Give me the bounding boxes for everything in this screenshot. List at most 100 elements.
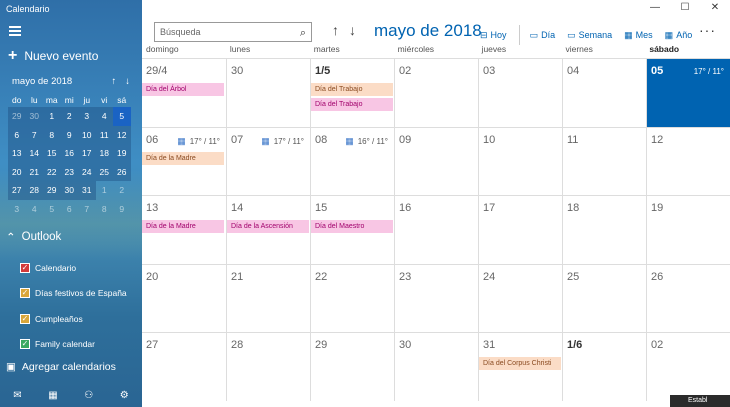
month-view-button[interactable]: ▦ Mes — [624, 30, 653, 41]
mini-calendar-day[interactable]: 18 — [95, 144, 113, 163]
mini-calendar-day[interactable]: 21 — [25, 162, 43, 181]
mini-calendar-day[interactable]: 29 — [43, 181, 61, 200]
outlook-group-toggle[interactable]: ⌃ Outlook — [6, 230, 61, 244]
mini-calendar-day[interactable]: 7 — [78, 200, 96, 219]
calendar-event[interactable]: Día del Maestro — [311, 220, 393, 233]
day-cell[interactable]: 25 — [562, 264, 646, 332]
day-cell[interactable]: 23 — [394, 264, 478, 332]
day-cell[interactable]: 08 ▦ 16° / 11° — [310, 127, 394, 195]
calendar-event[interactable]: Día del Corpus Christi — [479, 357, 561, 370]
mini-calendar-day[interactable]: 6 — [8, 125, 26, 144]
day-cell[interactable]: 02 — [646, 333, 730, 401]
mini-calendar-day[interactable]: 8 — [43, 125, 61, 144]
day-view-button[interactable]: ▭ Día — [530, 30, 556, 41]
mini-calendar-day[interactable]: 25 — [95, 162, 113, 181]
day-cell[interactable]: 03 — [478, 59, 562, 127]
day-cell[interactable]: 1/5 Día del Trabajo Día del Trabajo — [310, 59, 394, 127]
day-cell[interactable]: 1/6 — [562, 333, 646, 401]
year-view-button[interactable]: ▦ Año — [665, 30, 693, 41]
mini-calendar-day[interactable]: 27 — [8, 181, 26, 200]
mini-calendar-day[interactable]: 19 — [113, 144, 131, 163]
mini-calendar-day[interactable]: 5 — [113, 107, 131, 126]
calendar-item[interactable]: ✓ Días festivos de España — [20, 281, 127, 307]
mini-calendar-day[interactable]: 4 — [26, 200, 44, 219]
mini-calendar-day[interactable]: 16 — [60, 144, 78, 163]
previous-month-icon[interactable]: ↑ — [332, 22, 339, 38]
settings-gear-icon[interactable]: ⚙ — [120, 390, 129, 401]
mini-calendar-day[interactable]: 22 — [43, 162, 61, 181]
checkbox[interactable]: ✓ — [20, 262, 30, 273]
minimize-icon[interactable]: — — [640, 0, 670, 16]
month-title[interactable]: mayo de 2018 — [374, 21, 482, 41]
mini-calendar-day[interactable]: 26 — [113, 162, 131, 181]
day-cell[interactable]: 19 — [646, 196, 730, 264]
calendar-event[interactable]: Día de la Madre — [142, 151, 224, 165]
day-cell[interactable]: 10 — [478, 127, 562, 195]
day-cell[interactable]: 22 — [310, 264, 394, 332]
week-view-button[interactable]: ▭ Semana — [567, 30, 612, 41]
day-cell[interactable]: 16 — [394, 196, 478, 264]
day-cell[interactable]: 18 — [562, 196, 646, 264]
day-cell[interactable]: 13 Día de la Madre — [142, 196, 226, 264]
people-icon[interactable]: ⚇ — [84, 390, 93, 401]
mini-calendar-day[interactable]: 13 — [8, 144, 26, 163]
calendar-event[interactable]: Día del Árbol — [142, 83, 224, 96]
day-cell[interactable]: 28 — [226, 333, 310, 401]
add-calendars-button[interactable]: ▣ Agregar calendarios — [6, 361, 116, 373]
mini-calendar-day[interactable]: 7 — [25, 125, 43, 144]
calendar-item[interactable]: ✓ Calendario — [20, 255, 127, 281]
mini-calendar-day[interactable]: 10 — [78, 125, 96, 144]
day-cell[interactable]: 21 — [226, 264, 310, 332]
search-icon[interactable]: ⌕ — [300, 24, 306, 42]
day-cell[interactable]: 04 — [562, 59, 646, 127]
mini-calendar-day[interactable]: 3 — [78, 107, 96, 126]
day-cell[interactable]: 09 — [394, 127, 478, 195]
mail-icon[interactable]: ✉ — [13, 390, 21, 401]
search-input[interactable]: Búsqueda ⌕ — [154, 22, 312, 42]
mini-calendar-day[interactable]: 17 — [78, 144, 96, 163]
calendar-event[interactable]: Día de la Ascensión — [227, 220, 309, 233]
day-cell[interactable]: 29/4 Día del Árbol — [142, 59, 226, 127]
mini-calendar-day[interactable]: 14 — [25, 144, 43, 163]
calendar-event[interactable]: Día del Trabajo — [311, 83, 393, 96]
mini-calendar-day[interactable]: 28 — [25, 181, 43, 200]
calendar-event[interactable]: Día del Trabajo — [311, 98, 393, 111]
mini-calendar-day[interactable]: 4 — [95, 107, 113, 126]
day-cell[interactable]: 06 ▦ 17° / 11° Día de la Madre — [142, 128, 226, 196]
day-cell[interactable]: 30 — [394, 333, 478, 401]
mini-calendar-day[interactable]: 9 — [113, 200, 131, 219]
checkbox[interactable]: ✓ — [20, 313, 30, 324]
day-cell[interactable]: 30 — [226, 59, 310, 127]
day-cell[interactable]: 15 Día del Maestro — [310, 196, 394, 264]
day-cell[interactable]: 05 17° / 11° — [646, 59, 730, 127]
day-cell[interactable]: 17 — [478, 196, 562, 264]
mini-calendar-day[interactable]: 1 — [96, 181, 114, 200]
mini-calendar-day[interactable]: 6 — [61, 200, 79, 219]
day-cell[interactable]: 12 — [646, 127, 730, 195]
next-month-icon[interactable]: ↓ — [349, 22, 356, 38]
calendar-event[interactable]: Día de la Madre — [142, 220, 224, 233]
mini-calendar-day[interactable]: 8 — [96, 200, 114, 219]
day-cell[interactable]: 27 — [142, 333, 226, 401]
maximize-icon[interactable]: ☐ — [670, 0, 700, 16]
mini-calendar-day[interactable]: 31 — [78, 181, 96, 200]
calendar-icon[interactable]: ▦ — [48, 390, 57, 401]
today-button[interactable]: ⊟ Hoy — [480, 30, 507, 41]
arrow-down-icon[interactable]: ↓ — [125, 76, 130, 87]
day-cell[interactable]: 11 — [562, 127, 646, 195]
day-cell[interactable]: 14 Día de la Ascensión — [226, 196, 310, 264]
mini-calendar-day[interactable]: 30 — [60, 181, 78, 200]
mini-calendar-day[interactable]: 2 — [113, 181, 131, 200]
mini-calendar-title[interactable]: mayo de 2018 — [12, 76, 72, 87]
calendar-item[interactable]: ✓ Cumpleaños — [20, 306, 127, 332]
checkbox[interactable]: ✓ — [20, 288, 30, 299]
hamburger-menu-icon[interactable] — [9, 26, 21, 36]
day-cell[interactable]: 24 — [478, 264, 562, 332]
mini-calendar-day[interactable]: 20 — [8, 162, 26, 181]
mini-calendar-day[interactable]: 29 — [8, 107, 26, 126]
day-cell[interactable]: 31 Día del Corpus Christi — [478, 333, 562, 401]
calendar-item[interactable]: ✓ Family calendar — [20, 332, 127, 358]
close-icon[interactable]: ✕ — [700, 0, 730, 16]
mini-calendar-day[interactable]: 2 — [60, 107, 78, 126]
day-cell[interactable]: 02 — [394, 59, 478, 127]
